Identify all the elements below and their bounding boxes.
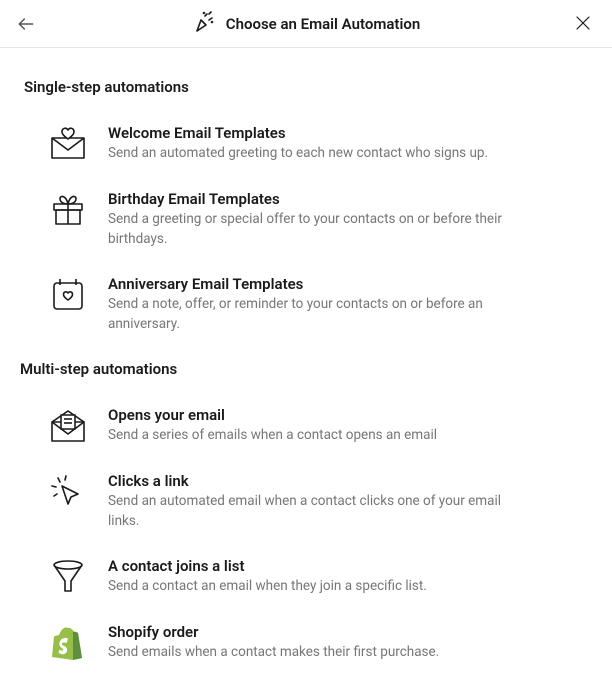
single-step-list: Welcome Email Templates Send an automate… <box>24 124 588 334</box>
close-icon <box>574 14 592 32</box>
option-anniversary[interactable]: Anniversary Email Templates Send a note,… <box>48 275 588 334</box>
cursor-click-icon <box>48 472 88 512</box>
option-text: A contact joins a list Send a contact an… <box>108 557 528 597</box>
option-title: Clicks a link <box>108 472 528 490</box>
option-desc: Send an automated email when a contact c… <box>108 492 528 531</box>
party-popper-icon <box>192 10 216 38</box>
modal-title: Choose an Email Automation <box>226 15 420 33</box>
funnel-icon <box>48 557 88 597</box>
option-welcome[interactable]: Welcome Email Templates Send an automate… <box>48 124 588 164</box>
option-opens-email[interactable]: Opens your email Send a series of emails… <box>48 406 588 446</box>
shopify-icon <box>48 623 88 663</box>
option-title: Birthday Email Templates <box>108 190 528 208</box>
option-birthday[interactable]: Birthday Email Templates Send a greeting… <box>48 190 588 249</box>
option-desc: Send a greeting or special offer to your… <box>108 210 528 249</box>
close-button[interactable] <box>574 14 592 32</box>
option-title: Welcome Email Templates <box>108 124 528 142</box>
option-text: Shopify order Send emails when a contact… <box>108 623 528 663</box>
option-title: Shopify order <box>108 623 528 641</box>
option-text: Opens your email Send a series of emails… <box>108 406 528 446</box>
option-clicks-link[interactable]: Clicks a link Send an automated email wh… <box>48 472 588 531</box>
option-title: Anniversary Email Templates <box>108 275 528 293</box>
option-title: A contact joins a list <box>108 557 528 575</box>
option-desc: Send a note, offer, or reminder to your … <box>108 295 528 334</box>
option-desc: Send emails when a contact makes their f… <box>108 643 528 663</box>
back-button[interactable] <box>16 14 36 34</box>
option-text: Welcome Email Templates Send an automate… <box>108 124 528 164</box>
arrow-left-icon <box>16 14 36 34</box>
modal-content: Single-step automations Welcome Email Te… <box>0 48 612 663</box>
envelope-heart-icon <box>48 124 88 164</box>
open-envelope-icon <box>48 406 88 446</box>
option-text: Anniversary Email Templates Send a note,… <box>108 275 528 334</box>
option-title: Opens your email <box>108 406 528 424</box>
option-desc: Send a series of emails when a contact o… <box>108 426 528 446</box>
gift-icon <box>48 190 88 230</box>
option-joins-list[interactable]: A contact joins a list Send a contact an… <box>48 557 588 597</box>
option-shopify-order[interactable]: Shopify order Send emails when a contact… <box>48 623 588 663</box>
modal-header: Choose an Email Automation <box>0 0 612 48</box>
multi-step-list: Opens your email Send a series of emails… <box>24 406 588 663</box>
section-multi-title: Multi-step automations <box>20 360 588 378</box>
section-single-title: Single-step automations <box>24 78 588 96</box>
option-text: Clicks a link Send an automated email wh… <box>108 472 528 531</box>
calendar-heart-icon <box>48 275 88 315</box>
header-center: Choose an Email Automation <box>192 10 420 38</box>
option-text: Birthday Email Templates Send a greeting… <box>108 190 528 249</box>
option-desc: Send an automated greeting to each new c… <box>108 144 528 164</box>
option-desc: Send a contact an email when they join a… <box>108 577 528 597</box>
